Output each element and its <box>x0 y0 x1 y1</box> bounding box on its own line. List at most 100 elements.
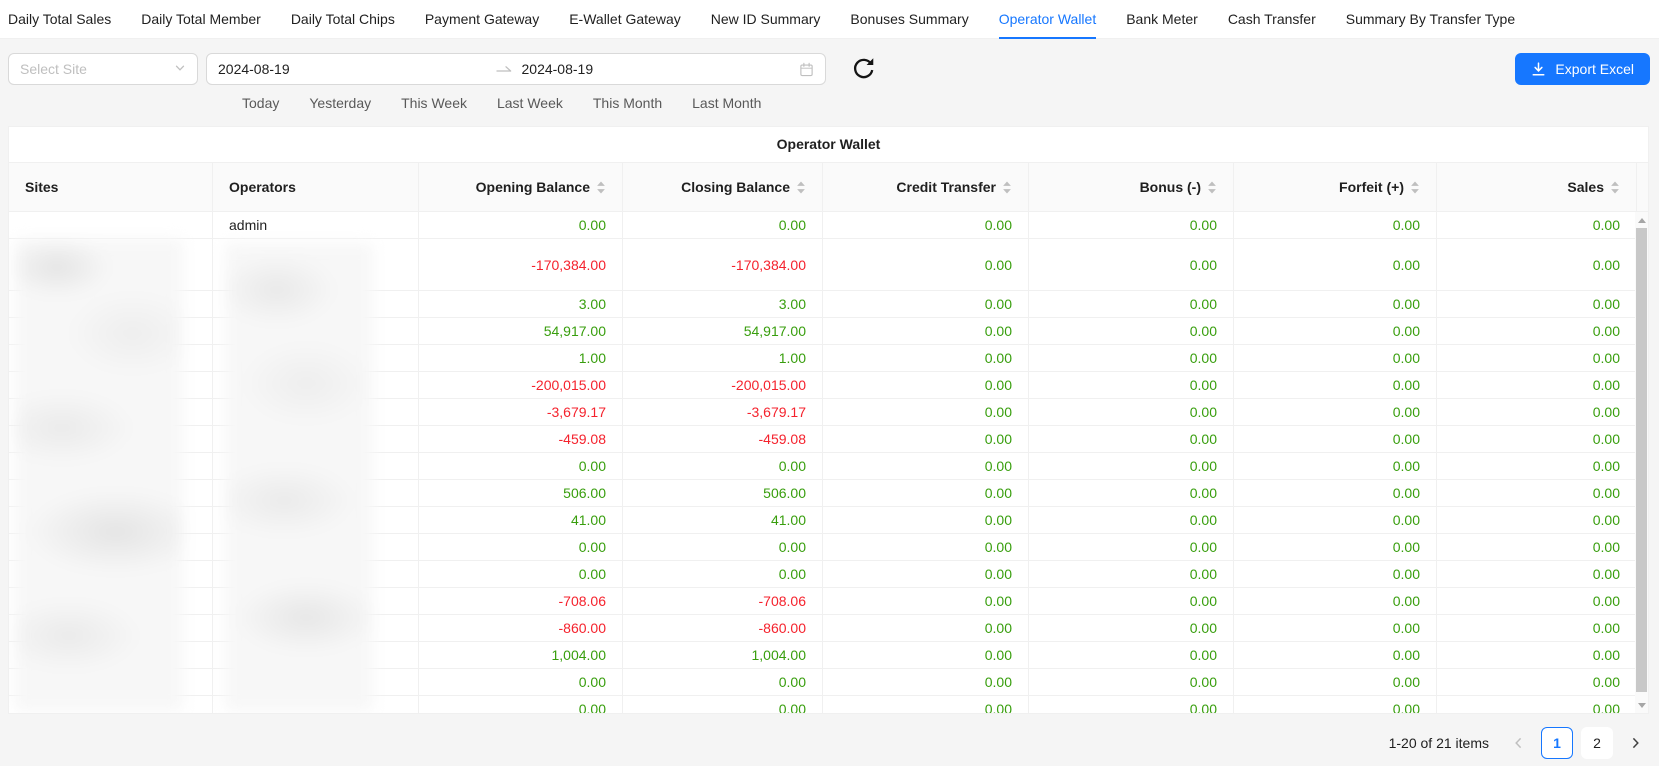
cell-sales: 0.00 <box>1437 426 1637 452</box>
quick-range-this-month[interactable]: This Month <box>593 95 662 111</box>
cell-credit-transfer: 0.00 <box>823 642 1029 668</box>
site-select[interactable]: Select Site <box>8 53 198 85</box>
sort-caret-icon <box>1002 181 1012 194</box>
date-end-input[interactable]: 2024-08-19 <box>522 61 800 77</box>
date-start-input[interactable]: 2024-08-19 <box>218 61 496 77</box>
cell-closing-balance: -708.06 <box>623 588 823 614</box>
cell-bonus: 0.00 <box>1029 561 1234 587</box>
cell-forfeit: 0.00 <box>1234 372 1437 398</box>
tab-payment-gateway[interactable]: Payment Gateway <box>425 0 539 39</box>
pagination-page-1[interactable]: 1 <box>1541 727 1573 759</box>
cell-opening-balance: 0.00 <box>419 212 623 238</box>
column-header-sites: Sites <box>9 163 213 211</box>
pagination-page-2[interactable]: 2 <box>1581 727 1613 759</box>
cell-sales: 0.00 <box>1437 642 1637 668</box>
download-icon <box>1531 62 1546 77</box>
tab-bonuses-summary[interactable]: Bonuses Summary <box>850 0 968 39</box>
cell-bonus: 0.00 <box>1029 696 1234 713</box>
cell-sales: 0.00 <box>1437 318 1637 344</box>
cell-forfeit: 0.00 <box>1234 507 1437 533</box>
site-select-placeholder: Select Site <box>20 61 87 77</box>
column-header-closing-balance[interactable]: Closing Balance <box>623 163 823 211</box>
column-header-sales[interactable]: Sales <box>1437 163 1637 211</box>
cell-credit-transfer: 0.00 <box>823 291 1029 317</box>
cell-bonus: 0.00 <box>1029 642 1234 668</box>
quick-range-last-week[interactable]: Last Week <box>497 95 563 111</box>
cell-bonus: 0.00 <box>1029 239 1234 290</box>
table-title: Operator Wallet <box>9 127 1648 163</box>
cell-closing-balance: 1.00 <box>623 345 823 371</box>
tab-daily-total-member[interactable]: Daily Total Member <box>141 0 261 39</box>
cell-credit-transfer: 0.00 <box>823 615 1029 641</box>
refresh-button[interactable] <box>850 56 876 82</box>
cell-sales: 0.00 <box>1437 345 1637 371</box>
cell-bonus: 0.00 <box>1029 291 1234 317</box>
cell-opening-balance: 1,004.00 <box>419 642 623 668</box>
sort-caret-icon <box>1207 181 1217 194</box>
cell-opening-balance: -200,015.00 <box>419 372 623 398</box>
cell-bonus: 0.00 <box>1029 345 1234 371</box>
column-header-label: Sites <box>25 179 58 195</box>
cell-forfeit: 0.00 <box>1234 318 1437 344</box>
scrollbar-down-arrow-icon[interactable] <box>1635 698 1648 712</box>
column-header-label: Operators <box>229 179 296 195</box>
column-header-opening-balance[interactable]: Opening Balance <box>419 163 623 211</box>
column-header-bonus[interactable]: Bonus (-) <box>1029 163 1234 211</box>
pagination-prev-button[interactable] <box>1505 727 1533 759</box>
cell-sales: 0.00 <box>1437 372 1637 398</box>
cell-sales: 0.00 <box>1437 696 1637 713</box>
cell-bonus: 0.00 <box>1029 669 1234 695</box>
cell-opening-balance: 0.00 <box>419 669 623 695</box>
operator-wallet-table: Operator Wallet Sites Operators Opening Ba… <box>8 126 1649 714</box>
cell-credit-transfer: 0.00 <box>823 318 1029 344</box>
cell-credit-transfer: 0.00 <box>823 588 1029 614</box>
cell-closing-balance: -459.08 <box>623 426 823 452</box>
date-range-picker[interactable]: 2024-08-19 2024-08-19 <box>206 53 826 85</box>
tab-cash-transfer[interactable]: Cash Transfer <box>1228 0 1316 39</box>
vertical-scrollbar[interactable] <box>1635 212 1648 713</box>
cell-sales: 0.00 <box>1437 588 1637 614</box>
quick-range-today[interactable]: Today <box>242 95 279 111</box>
cell-closing-balance: -860.00 <box>623 615 823 641</box>
column-header-label: Closing Balance <box>681 179 790 195</box>
quick-range-yesterday[interactable]: Yesterday <box>309 95 371 111</box>
column-header-forfeit[interactable]: Forfeit (+) <box>1234 163 1437 211</box>
column-header-credit-transfer[interactable]: Credit Transfer <box>823 163 1029 211</box>
scrollbar-up-arrow-icon[interactable] <box>1635 213 1648 227</box>
cell-sales: 0.00 <box>1437 507 1637 533</box>
quick-range-this-week[interactable]: This Week <box>401 95 467 111</box>
quick-range-last-month[interactable]: Last Month <box>692 95 761 111</box>
export-excel-button[interactable]: Export Excel <box>1515 53 1650 85</box>
tab-daily-total-chips[interactable]: Daily Total Chips <box>291 0 395 39</box>
chevron-down-icon <box>174 61 186 77</box>
tab-bar: Daily Total Sales Daily Total Member Daily… <box>0 0 1659 39</box>
pagination-pages: 12 <box>1541 727 1613 759</box>
calendar-icon <box>799 62 814 77</box>
pagination-summary: 1-20 of 21 items <box>1389 735 1489 751</box>
scrollbar-thumb[interactable] <box>1636 228 1647 692</box>
tab-operator-wallet[interactable]: Operator Wallet <box>999 0 1097 39</box>
tab-new-id-summary[interactable]: New ID Summary <box>711 0 821 39</box>
cell-opening-balance: 0.00 <box>419 453 623 479</box>
cell-sales: 0.00 <box>1437 212 1637 238</box>
cell-forfeit: 0.00 <box>1234 453 1437 479</box>
column-header-label: Forfeit (+) <box>1339 179 1404 195</box>
cell-forfeit: 0.00 <box>1234 212 1437 238</box>
tab-bank-meter[interactable]: Bank Meter <box>1126 0 1198 39</box>
tab-daily-total-sales[interactable]: Daily Total Sales <box>8 0 111 39</box>
cell-closing-balance: 41.00 <box>623 507 823 533</box>
cell-credit-transfer: 0.00 <box>823 212 1029 238</box>
pagination-next-button[interactable] <box>1621 727 1649 759</box>
cell-credit-transfer: 0.00 <box>823 426 1029 452</box>
cell-opening-balance: 506.00 <box>419 480 623 506</box>
cell-opening-balance: 1.00 <box>419 345 623 371</box>
sort-caret-icon <box>1410 181 1420 194</box>
cell-closing-balance: 0.00 <box>623 669 823 695</box>
cell-credit-transfer: 0.00 <box>823 561 1029 587</box>
cell-opening-balance: -860.00 <box>419 615 623 641</box>
column-header-label: Sales <box>1567 179 1604 195</box>
tab-summary-by-transfer-type[interactable]: Summary By Transfer Type <box>1346 0 1515 39</box>
cell-forfeit: 0.00 <box>1234 669 1437 695</box>
tab-e-wallet-gateway[interactable]: E-Wallet Gateway <box>569 0 681 39</box>
column-header-label: Opening Balance <box>476 179 590 195</box>
